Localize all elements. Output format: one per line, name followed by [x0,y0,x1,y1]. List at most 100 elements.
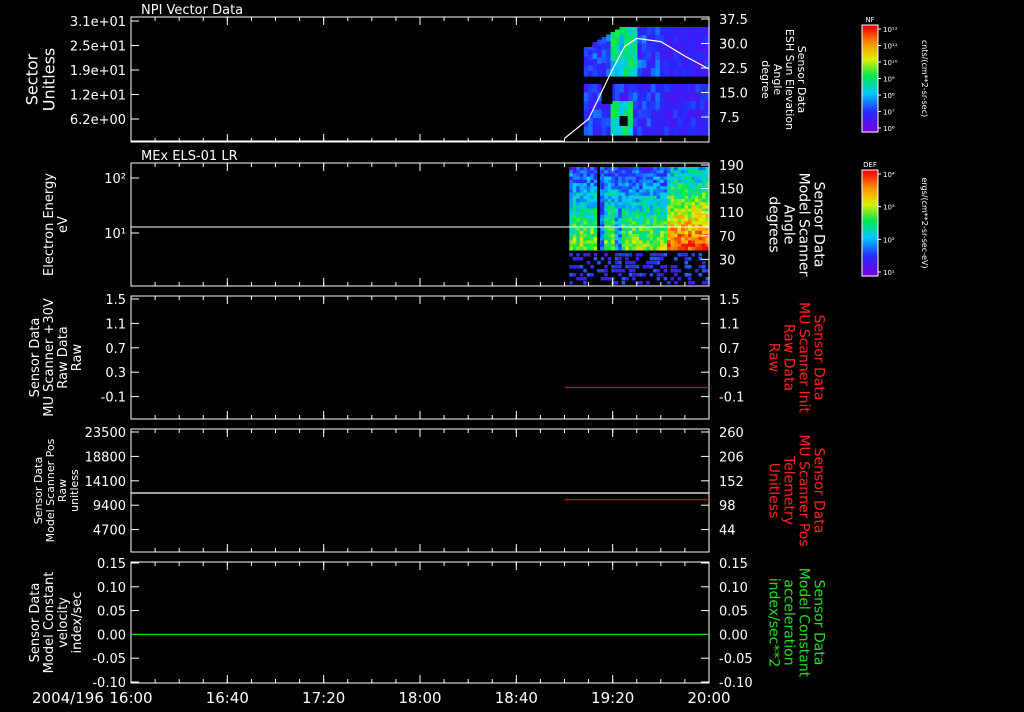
els-cell [674,230,679,235]
els-cell [621,237,626,241]
els-cell [579,170,584,174]
els-cell [681,202,686,206]
els-cell [625,179,630,184]
els-cell [583,182,588,187]
els-speckle [684,257,689,261]
els-cell [593,234,598,238]
els-speckle [632,273,636,277]
els-speckle [653,269,657,273]
npi-cell [655,92,661,102]
npi-cell [588,70,594,77]
els-cell [572,173,577,178]
els-cell [674,173,679,178]
els-cell [670,227,675,232]
els-cell [621,230,626,235]
els-cell [656,218,661,222]
els-cell [607,211,612,216]
npi-cell [664,59,670,69]
els-cell [607,218,612,222]
npi-cell [588,49,594,56]
els-cell [614,227,619,232]
els-cell [702,218,707,222]
els-cell [600,211,605,216]
els-cell [695,173,700,178]
y-right-tick-label: 30.0 [719,38,748,53]
npi-cell [664,35,670,44]
els-cell [583,173,588,178]
els-cell [614,230,619,235]
y-left-tick-label: 1.1 [105,317,126,332]
els-cell [667,173,672,178]
els-cell [695,205,700,209]
els-cell [691,179,696,184]
els-cell [579,218,584,222]
els-cell [642,218,647,222]
npi-cell [677,27,683,36]
els-cell [656,205,661,209]
els-cell [593,221,598,225]
els-cell [593,246,598,251]
els-cell [681,205,686,209]
els-cell [625,208,630,213]
els-speckle [684,253,689,257]
npi-cell [664,101,670,111]
els-cell [639,173,644,178]
els-cell [590,170,595,174]
els-cell [677,195,682,200]
els-cell [611,198,616,203]
els-speckle [583,277,587,281]
els-cell [674,221,679,225]
els-cell [600,237,605,241]
els-cell [590,240,595,245]
y-right-label: Sensor Data [811,315,827,401]
els-cell [681,211,686,216]
els-cell [569,198,574,203]
els-cell [695,243,700,248]
els-cell [572,208,577,213]
npi-cell [615,45,621,54]
npi-cell [664,109,670,119]
els-cell [583,202,588,206]
els-cell [653,230,658,235]
els-cell [674,189,679,194]
els-cell [702,202,707,206]
npi-cell [664,51,670,61]
npi-cell [682,35,688,44]
npi-cell [592,109,598,119]
els-cell [698,227,703,232]
x-tick-label: 17:20 [302,689,345,707]
els-cell [621,240,626,245]
els-cell [642,230,647,235]
els-cell [590,243,595,248]
els-cell [576,189,581,194]
els-cell [681,179,686,184]
els-cell [632,230,637,235]
npi-cell [637,43,643,53]
npi-cell [610,32,616,40]
npi-cell [655,59,661,69]
y-right-label: acceleration [781,579,797,665]
els-cell [625,224,630,229]
npi-cell [606,118,612,128]
els-speckle [667,281,671,285]
els-cell [695,230,700,235]
colorbar-tick-label: 10³ [883,204,895,212]
els-cell [695,227,700,232]
els-cell [639,230,644,235]
els-speckle [688,273,692,277]
npi-gap [601,84,613,104]
npi-cell [673,35,679,44]
npi-cell [619,84,625,94]
els-cell [586,214,591,219]
els-cell [576,170,581,174]
npi-cell [641,118,647,128]
npi-cell [628,51,634,61]
y-right-label: index/sec**2 [766,578,782,668]
y-left-label: index/sec [70,592,85,654]
els-cell [642,246,647,251]
els-cell [688,192,693,197]
els-cell [663,246,668,251]
els-cell [628,167,633,171]
els-cell [684,189,689,194]
els-speckle [684,265,689,269]
